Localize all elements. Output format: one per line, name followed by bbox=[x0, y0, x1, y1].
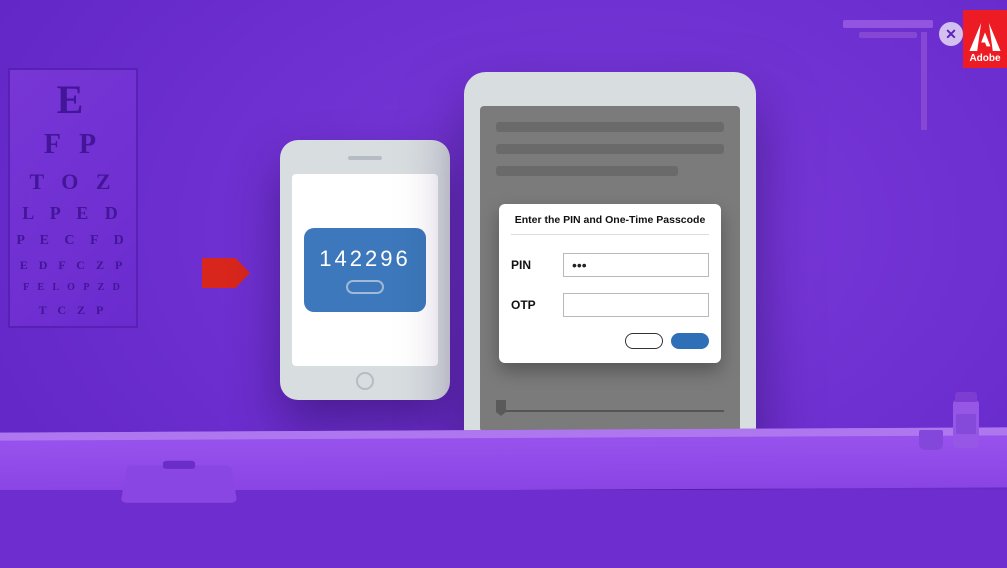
phone-speaker bbox=[348, 156, 382, 160]
close-icon[interactable]: ✕ bbox=[939, 22, 963, 46]
clipboard bbox=[121, 465, 237, 502]
document-footer bbox=[496, 410, 724, 412]
eye-chart: E F P T O Z L P E D P E C F D E D F C Z … bbox=[8, 68, 138, 328]
otp-code-card: 142296 bbox=[304, 228, 426, 312]
otp-label: OTP bbox=[511, 298, 549, 312]
pin-label: PIN bbox=[511, 258, 549, 272]
adobe-label: Adobe bbox=[969, 53, 1000, 64]
eye-chart-row: F E L O P Z D bbox=[14, 283, 132, 293]
eye-chart-row: E D F C Z P bbox=[14, 259, 132, 271]
pin-input[interactable]: ••• bbox=[563, 253, 709, 277]
otp-field-row: OTP bbox=[511, 293, 709, 317]
eye-chart-row: T O Z bbox=[14, 171, 132, 193]
eye-chart-row: E bbox=[14, 80, 132, 120]
dialog-title: Enter the PIN and One-Time Passcode bbox=[511, 214, 709, 235]
refresh-code-button[interactable] bbox=[346, 280, 384, 294]
submit-button[interactable] bbox=[671, 333, 709, 349]
otp-code: 142296 bbox=[319, 246, 410, 272]
pin-otp-dialog: Enter the PIN and One-Time Passcode PIN … bbox=[499, 204, 721, 363]
pin-value: ••• bbox=[572, 257, 587, 273]
phone-device: 142296 bbox=[280, 140, 450, 400]
tablet-screen: Enter the PIN and One-Time Passcode PIN … bbox=[480, 106, 740, 432]
weighing-scale bbox=[843, 10, 933, 130]
otp-input[interactable] bbox=[563, 293, 709, 317]
eye-chart-row: F P bbox=[14, 131, 132, 159]
adobe-logo-icon bbox=[969, 23, 1001, 51]
eye-chart-row: L P E D bbox=[14, 204, 132, 222]
eye-chart-row: T C Z P bbox=[14, 304, 132, 316]
phone-screen: 142296 bbox=[292, 174, 438, 366]
tablet-device: Enter the PIN and One-Time Passcode PIN … bbox=[464, 72, 756, 470]
pill-bottle bbox=[953, 400, 979, 448]
cancel-button[interactable] bbox=[625, 333, 663, 349]
cup bbox=[919, 430, 943, 450]
phone-home-button[interactable] bbox=[356, 372, 374, 390]
document-placeholder bbox=[496, 122, 724, 176]
pin-field-row: PIN ••• bbox=[511, 253, 709, 277]
eye-chart-row: P E C F D bbox=[14, 234, 132, 248]
adobe-badge[interactable]: Adobe bbox=[963, 10, 1007, 68]
